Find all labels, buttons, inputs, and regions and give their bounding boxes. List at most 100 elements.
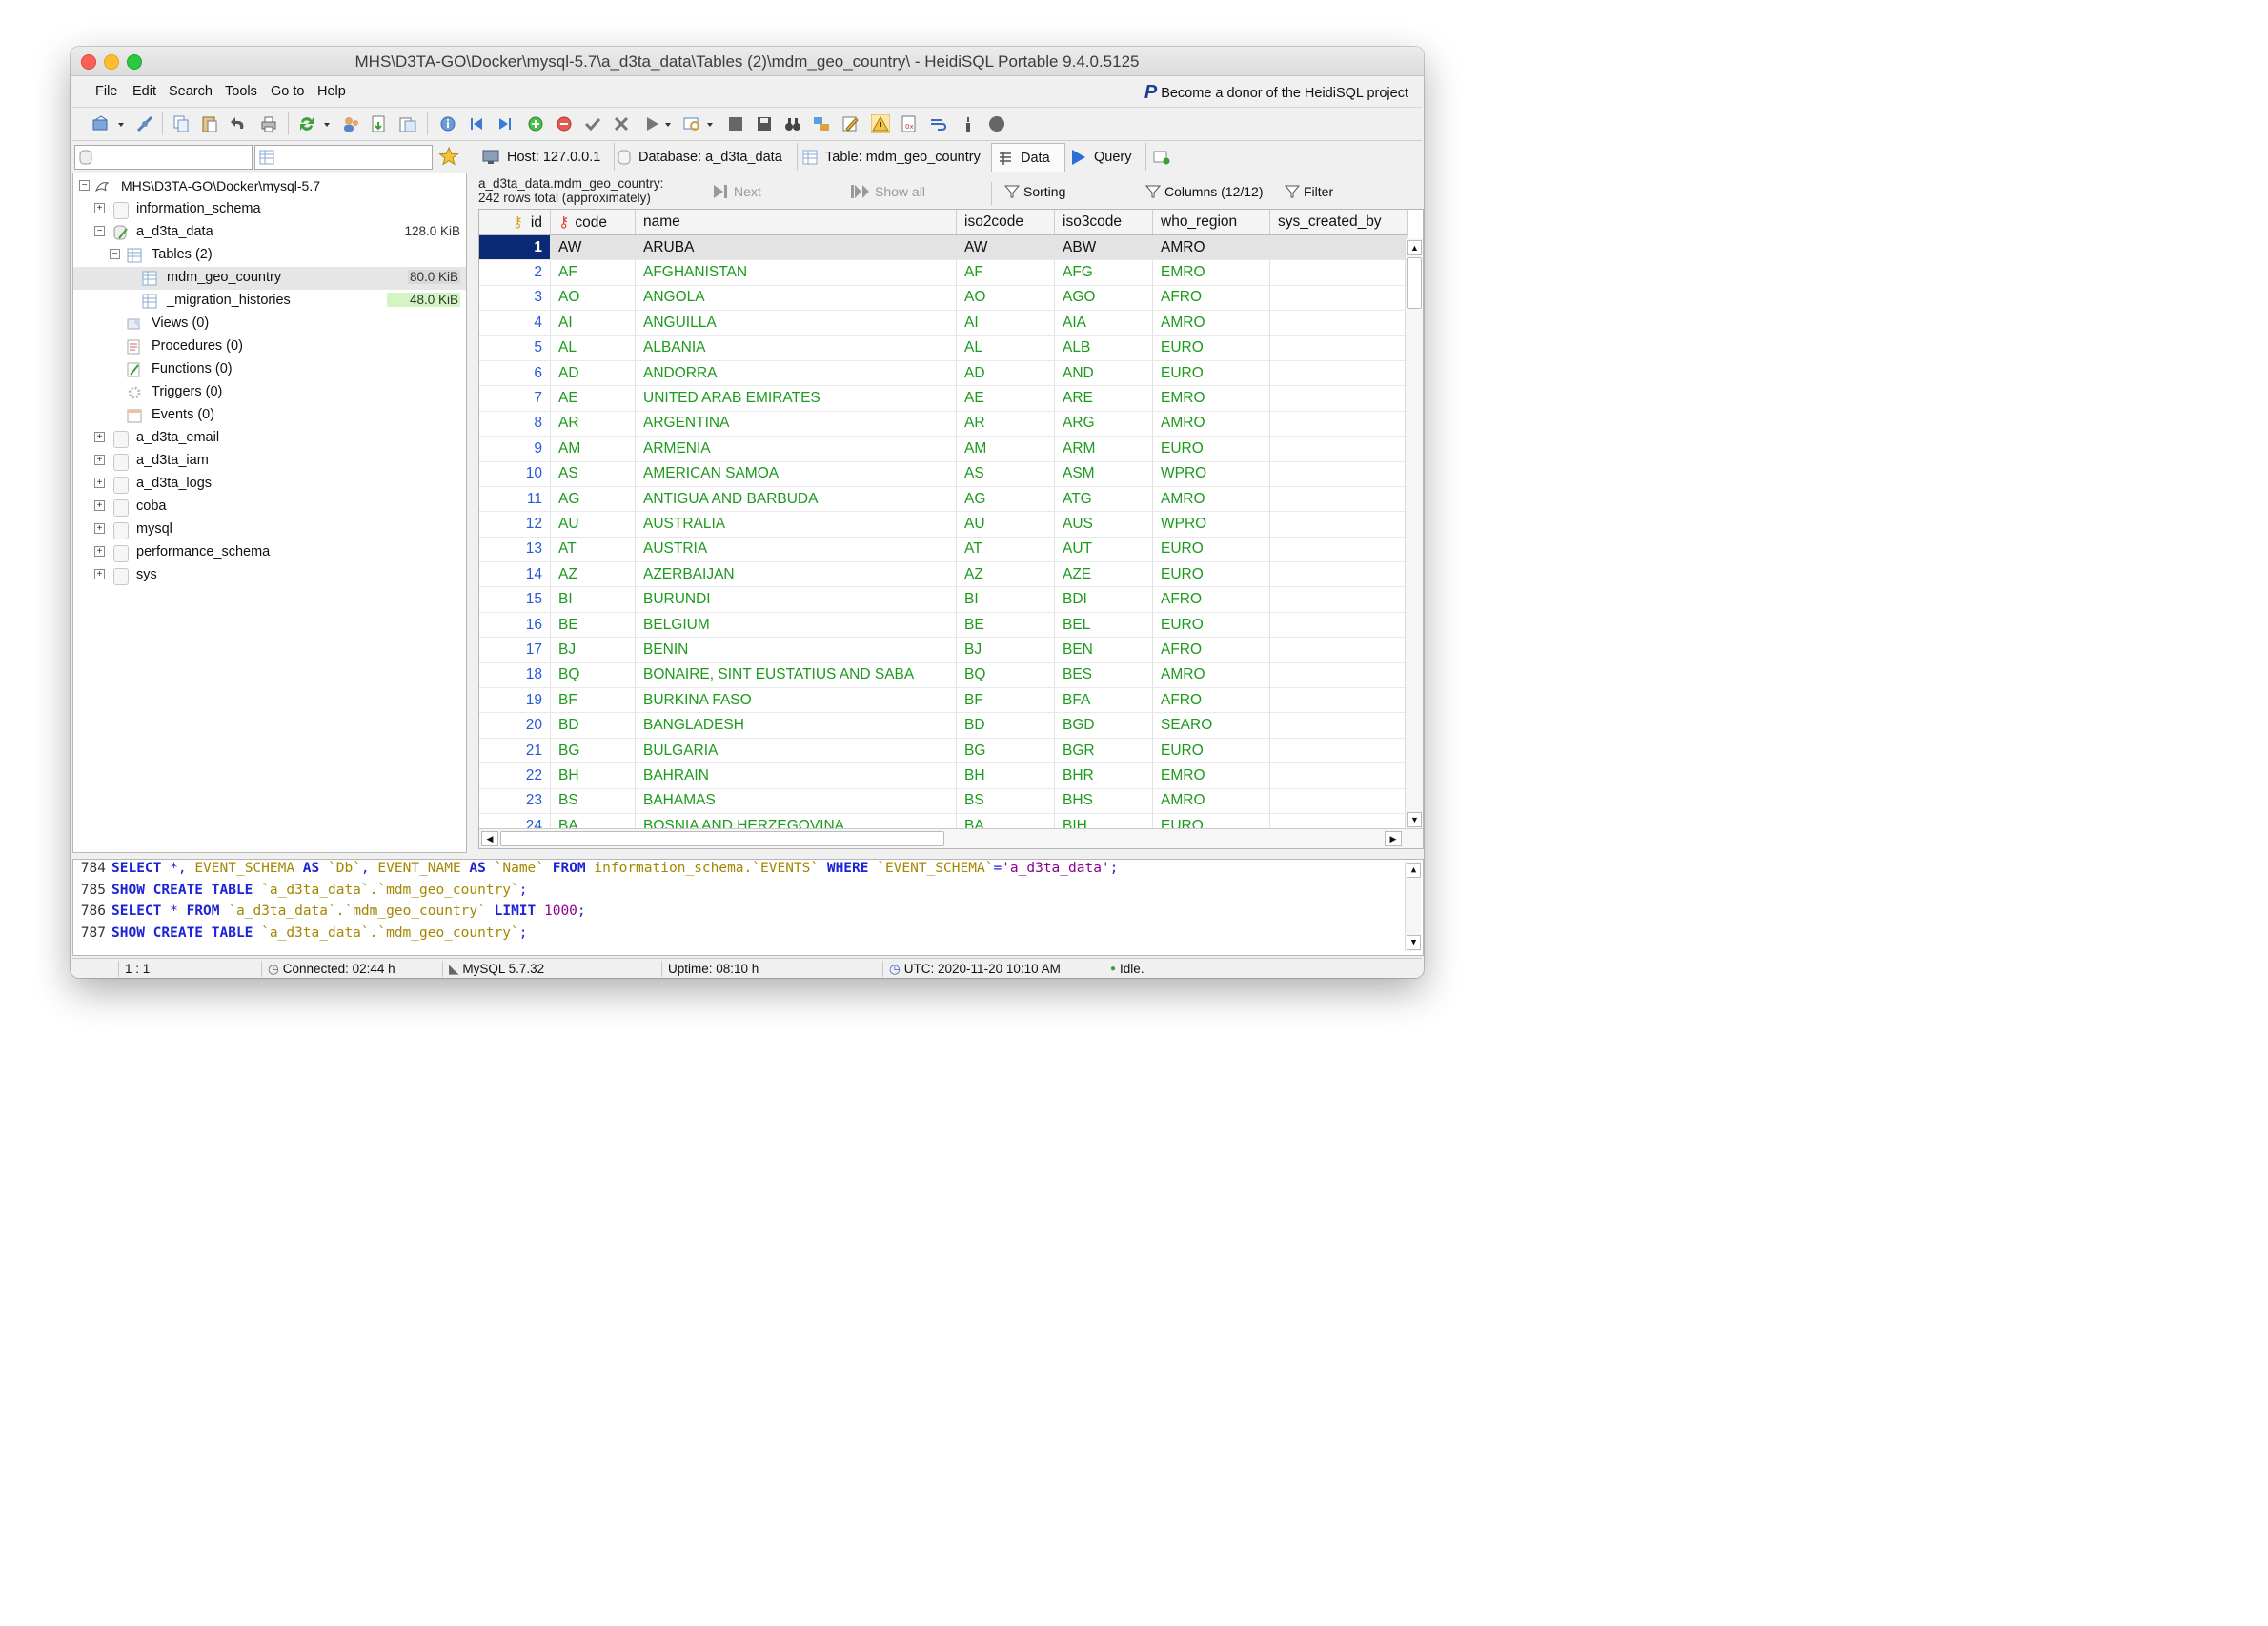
cell-iso3code[interactable]: BES [1054,662,1153,689]
cell-id[interactable]: 16 [479,612,551,639]
cell-iso3code[interactable]: BHR [1054,762,1153,789]
dropdown-arrow-icon[interactable] [116,114,126,133]
cell-who-region[interactable]: EURO [1152,360,1270,387]
cell-code[interactable]: AD [550,360,636,387]
table-row[interactable]: 13 AT AUSTRIA AT AUT EURO [479,537,1408,563]
cell-iso2code[interactable]: AO [956,285,1055,312]
cell-sys-created-by[interactable] [1269,411,1408,437]
table-row[interactable]: 18 BQ BONAIRE, SINT EUSTATIUS AND SABA BQ BE… [479,662,1408,689]
cell-name[interactable]: BULGARIA [635,738,957,764]
dropdown-arrow-icon[interactable] [322,114,332,133]
cell-who-region[interactable]: EURO [1152,561,1270,588]
cell-id[interactable]: 7 [479,385,551,412]
expand-icon[interactable]: + [94,478,105,488]
user-manager-icon[interactable] [341,114,360,133]
cell-iso2code[interactable]: AG [956,486,1055,513]
undo-icon[interactable] [229,114,248,133]
table-row[interactable]: 20 BD BANGLADESH BD BGD SEARO [479,712,1408,739]
cell-code[interactable]: BH [550,762,636,789]
column-header-id[interactable]: ⚷ id [479,210,551,235]
tree-item-a-d3ta-iam[interactable]: + a_d3ta_iam [73,450,466,473]
collapse-icon[interactable]: − [94,226,105,236]
cell-who-region[interactable]: EMRO [1152,385,1270,412]
cell-sys-created-by[interactable] [1269,511,1408,538]
tree-item-coba[interactable]: + coba [73,496,466,518]
cell-iso2code[interactable]: AR [956,411,1055,437]
cell-sys-created-by[interactable] [1269,738,1408,764]
columns-button[interactable]: Columns (12/12) [1145,184,1264,199]
cell-iso2code[interactable]: BQ [956,662,1055,689]
cell-iso2code[interactable]: AF [956,259,1055,286]
grid-vertical-scrollbar[interactable]: ▲ ▼ [1405,238,1423,829]
tree-item-procedures[interactable]: Procedures (0) [73,335,466,358]
session-manager-icon[interactable] [91,114,111,133]
cell-who-region[interactable]: WPRO [1152,461,1270,487]
cell-iso3code[interactable]: ARG [1054,411,1153,437]
copy-icon[interactable] [172,114,191,133]
table-row[interactable]: 17 BJ BENIN BJ BEN AFRO [479,637,1408,663]
table-row[interactable]: 15 BI BURUNDI BI BDI AFRO [479,586,1408,613]
stop-icon[interactable] [726,114,745,133]
table-row[interactable]: 14 AZ AZERBAIJAN AZ AZE EURO [479,561,1408,588]
database-filter-input[interactable] [74,145,253,170]
cell-sys-created-by[interactable] [1269,612,1408,639]
column-header-name[interactable]: name [635,210,957,235]
cell-code[interactable]: BF [550,687,636,714]
cell-sys-created-by[interactable] [1269,360,1408,387]
cell-name[interactable]: ARUBA [635,234,957,261]
cell-sys-created-by[interactable] [1269,788,1408,814]
cell-name[interactable]: ANGOLA [635,285,957,312]
table-row[interactable]: 23 BS BAHAMAS BS BHS AMRO [479,788,1408,814]
cell-name[interactable]: BAHRAIN [635,762,957,789]
cell-iso3code[interactable]: AND [1054,360,1153,387]
table-row[interactable]: 9 AM ARMENIA AM ARM EURO [479,436,1408,462]
cell-name[interactable]: BENIN [635,637,957,663]
cell-name[interactable]: UNITED ARAB EMIRATES [635,385,957,412]
cell-iso2code[interactable]: BE [956,612,1055,639]
tree-item-a-d3ta-data[interactable]: − a_d3ta_data 128.0 KiB [73,221,466,244]
cell-sys-created-by[interactable] [1269,385,1408,412]
table-row[interactable]: 7 AE UNITED ARAB EMIRATES AE ARE EMRO [479,385,1408,412]
refresh-icon[interactable] [297,114,316,133]
horizontal-scroll-thumb[interactable] [500,831,944,846]
tree-item-events[interactable]: Events (0) [73,404,466,427]
cell-iso2code[interactable]: BH [956,762,1055,789]
info-icon[interactable] [438,114,457,133]
cell-id[interactable]: 11 [479,486,551,513]
cell-sys-created-by[interactable] [1269,486,1408,513]
cell-who-region[interactable]: AFRO [1152,687,1270,714]
dropdown-arrow-icon[interactable] [705,114,715,133]
cell-iso2code[interactable]: AD [956,360,1055,387]
tree-item-a-d3ta-email[interactable]: + a_d3ta_email [73,427,466,450]
cell-code[interactable]: AO [550,285,636,312]
save-to-file-icon[interactable] [755,114,774,133]
sql-log-scrollbar[interactable]: ▲ ▼ [1405,862,1421,951]
next-button[interactable]: Next [713,184,761,199]
cell-iso2code[interactable]: BF [956,687,1055,714]
cell-id[interactable]: 6 [479,360,551,387]
table-row[interactable]: 22 BH BAHRAIN BH BHR EMRO [479,762,1408,789]
tree-item-sys[interactable]: + sys [73,564,466,587]
cell-iso3code[interactable]: ALB [1054,335,1153,361]
disconnect-icon[interactable] [987,114,1006,133]
cell-code[interactable]: AW [550,234,636,261]
import-icon[interactable] [370,114,389,133]
cell-code[interactable]: BE [550,612,636,639]
table-row[interactable]: 2 AF AFGHANISTAN AF AFG EMRO [479,259,1408,286]
cell-code[interactable]: BD [550,712,636,739]
cell-who-region[interactable]: WPRO [1152,511,1270,538]
cell-id[interactable]: 20 [479,712,551,739]
tab-data[interactable]: Data [991,143,1065,172]
scroll-left-icon[interactable]: ◀ [481,831,498,846]
tab-query[interactable]: Query [1065,143,1146,171]
cell-who-region[interactable]: EURO [1152,537,1270,563]
table-row[interactable]: 3 AO ANGOLA AO AGO AFRO [479,285,1408,312]
tree-item-mdm-geo-country[interactable]: mdm_geo_country 80.0 KiB [73,267,466,290]
cell-name[interactable]: ANDORRA [635,360,957,387]
menu-help[interactable]: Help [317,84,346,99]
tree-item-tables[interactable]: − Tables (2) [73,244,466,267]
cell-iso2code[interactable]: BS [956,788,1055,814]
cell-id[interactable]: 8 [479,411,551,437]
tab-table[interactable]: Table: mdm_geo_country [797,143,994,171]
tree-item-views[interactable]: Views (0) [73,313,466,335]
